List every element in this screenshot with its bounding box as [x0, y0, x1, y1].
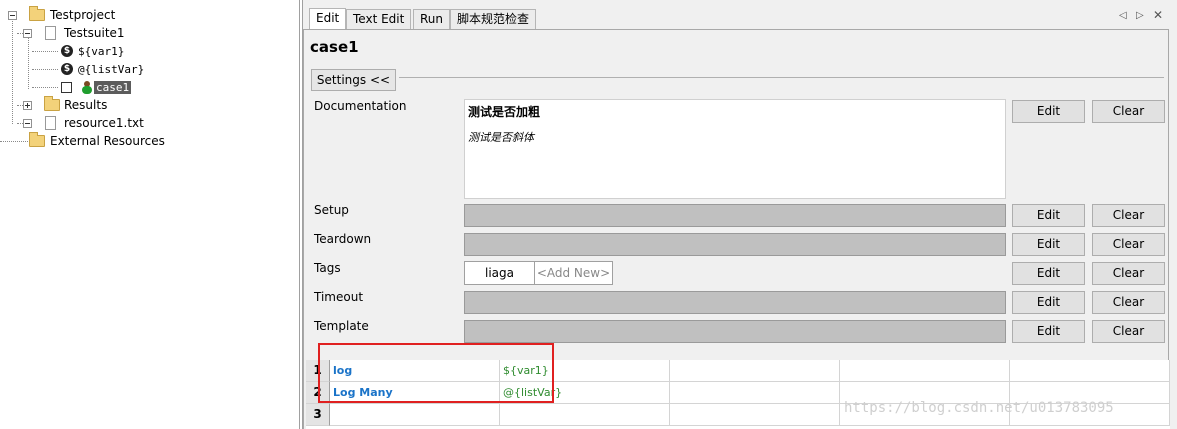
setup-clear-button[interactable]: Clear — [1092, 204, 1165, 227]
settings-divider — [399, 77, 1164, 78]
tree-node-suite[interactable]: Testsuite1 — [23, 24, 127, 42]
folder-icon — [29, 132, 45, 147]
tree-node-project[interactable]: Testproject — [8, 6, 117, 24]
grid-cell[interactable] — [670, 404, 840, 426]
tags-edit-button[interactable]: Edit — [1012, 262, 1085, 285]
tree-node-resource[interactable]: resource1.txt — [23, 114, 146, 132]
grid-cell[interactable] — [1010, 360, 1170, 382]
teardown-edit-button[interactable]: Edit — [1012, 233, 1085, 256]
teardown-field[interactable] — [464, 233, 1006, 256]
setup-label: Setup — [314, 203, 349, 217]
file-icon — [45, 26, 56, 40]
tree-label-project: Testproject — [50, 8, 116, 22]
timeout-label: Timeout — [314, 290, 364, 304]
timeout-clear-button[interactable]: Clear — [1092, 291, 1165, 314]
timeout-field[interactable] — [464, 291, 1006, 314]
expand-toggle-icon[interactable] — [23, 100, 32, 110]
tree-label-resource: resource1.txt — [64, 116, 144, 130]
template-edit-button[interactable]: Edit — [1012, 320, 1085, 343]
tree-label-var1: ${var1} — [78, 44, 125, 58]
timeout-edit-button[interactable]: Edit — [1012, 291, 1085, 314]
tab-bar: Edit Text Edit Run 脚本规范检查 ◁ ▷ ✕ — [303, 6, 1177, 30]
tree-label-suite: Testsuite1 — [64, 26, 125, 40]
settings-toggle-button[interactable]: Settings << — [311, 69, 396, 91]
setup-field[interactable] — [464, 204, 1006, 227]
folder-icon — [44, 96, 60, 111]
template-clear-button[interactable]: Clear — [1092, 320, 1165, 343]
highlight-box — [318, 343, 554, 403]
case-checkbox[interactable] — [61, 81, 72, 93]
tree-label-results: Results — [64, 98, 108, 112]
tags-clear-button[interactable]: Clear — [1092, 262, 1165, 285]
tab-edit[interactable]: Edit — [309, 8, 347, 30]
variable-icon: $ — [61, 45, 73, 57]
tree-node-external[interactable]: External Resources — [29, 132, 167, 150]
documentation-edit-button[interactable]: Edit — [1012, 100, 1085, 123]
tab-text-edit[interactable]: Text Edit — [346, 9, 412, 29]
row-number[interactable]: 3 — [306, 404, 330, 426]
collapse-toggle-icon[interactable] — [23, 28, 32, 38]
tree-node-var1[interactable]: $ ${var1} — [61, 42, 126, 60]
collapse-toggle-icon[interactable] — [8, 10, 17, 20]
tab-scroll-left-icon[interactable]: ◁ — [1119, 10, 1127, 21]
tags-label: Tags — [314, 261, 341, 275]
tree-node-case[interactable]: case1 — [61, 78, 132, 96]
robot-icon — [81, 80, 93, 94]
watermark: https://blog.csdn.net/u013783095 — [844, 400, 1114, 416]
grid-cell[interactable] — [670, 360, 840, 382]
tree-label-case: case1 — [94, 80, 132, 94]
tab-run[interactable]: Run — [413, 9, 451, 29]
documentation-clear-button[interactable]: Clear — [1092, 100, 1165, 123]
documentation-bold-text: 测试是否加粗 — [468, 105, 541, 119]
close-icon[interactable]: ✕ — [1153, 8, 1163, 22]
documentation-italic-text: 测试是否斜体 — [468, 131, 534, 144]
keyword-cell[interactable] — [330, 404, 500, 426]
documentation-field[interactable]: 测试是否加粗 测试是否斜体 — [464, 99, 1006, 199]
grid-cell[interactable] — [670, 382, 840, 404]
template-label: Template — [314, 319, 369, 333]
tab-scroll-right-icon[interactable]: ▷ — [1136, 10, 1144, 21]
collapse-toggle-icon[interactable] — [23, 118, 32, 128]
tree-node-listvar[interactable]: $ @{listVar} — [61, 60, 146, 78]
add-tag-button[interactable]: <Add New> — [534, 261, 613, 285]
case-title: case1 — [310, 38, 359, 56]
argument-cell[interactable] — [500, 404, 670, 426]
tree-label-listvar: @{listVar} — [78, 62, 145, 76]
teardown-clear-button[interactable]: Clear — [1092, 233, 1165, 256]
grid-cell[interactable] — [840, 360, 1010, 382]
template-field[interactable] — [464, 320, 1006, 343]
resource-file-icon — [45, 116, 56, 130]
setup-edit-button[interactable]: Edit — [1012, 204, 1085, 227]
documentation-label: Documentation — [314, 99, 407, 113]
tree-label-external: External Resources — [50, 134, 165, 148]
variable-icon: $ — [61, 63, 73, 75]
tag-item[interactable]: liaga — [464, 261, 535, 285]
tab-script-check[interactable]: 脚本规范检查 — [450, 9, 537, 29]
project-tree: Testproject Testsuite1 $ ${var1} $ @{lis… — [0, 0, 300, 429]
folder-icon — [29, 6, 45, 21]
teardown-label: Teardown — [314, 232, 372, 246]
tree-node-results[interactable]: Results — [23, 96, 109, 114]
